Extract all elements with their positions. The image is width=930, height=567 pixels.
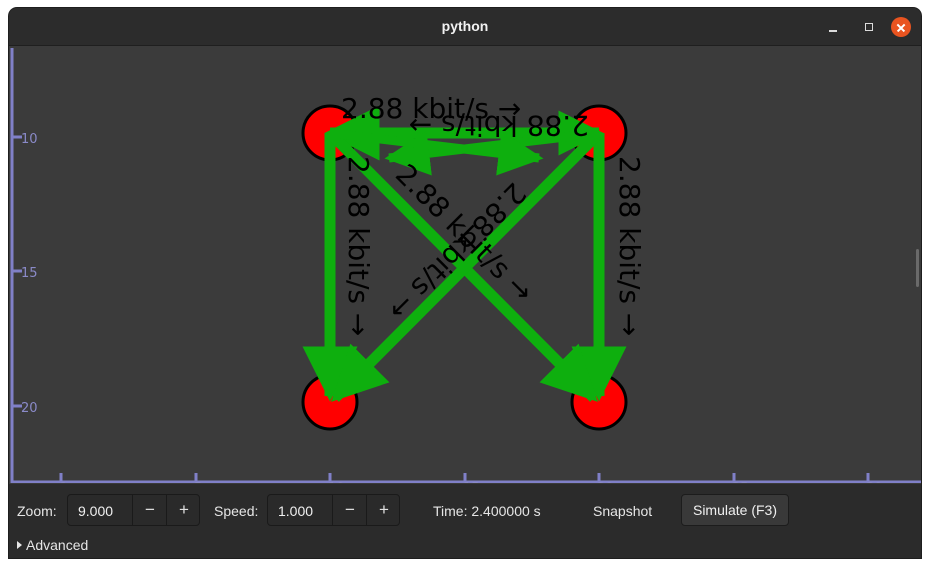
control-toolbar: Zoom: 9.000 − + Speed: 1.000 − + Time: 2… — [9, 484, 921, 558]
canvas-scroll-handle[interactable] — [916, 249, 919, 287]
zoom-spinbox[interactable]: 9.000 − + — [67, 494, 200, 526]
link-label-diagonal-up: 2.88 kbit/s → — [382, 176, 533, 327]
zoom-increase-button[interactable]: + — [166, 495, 201, 525]
link-label-left: 2.88 kbit/s → — [342, 156, 375, 336]
title-bar: python — [9, 8, 921, 46]
x-tick-label: 15 — [463, 481, 480, 483]
simulate-button[interactable]: Simulate (F3) — [681, 494, 789, 526]
zoom-value[interactable]: 9.000 — [78, 503, 113, 519]
x-tick-label: 5 — [194, 481, 202, 483]
advanced-label: Advanced — [26, 537, 89, 553]
y-tick-label: 10 — [21, 132, 38, 147]
x-tick-label: 0 — [59, 481, 67, 483]
x-tick-label: 30 — [866, 481, 883, 483]
advanced-expander[interactable]: Advanced — [17, 537, 88, 553]
speed-label: Speed: — [214, 503, 259, 519]
speed-increase-button[interactable]: + — [366, 495, 401, 525]
minimize-icon[interactable] — [823, 17, 843, 37]
speed-decrease-button[interactable]: − — [332, 495, 367, 525]
close-icon[interactable] — [891, 17, 911, 37]
maximize-icon[interactable] — [859, 17, 879, 37]
topology-drawing: 10 15 20 0 5 10 15 20 25 30 — [10, 48, 921, 496]
x-tick-label: 20 — [597, 481, 614, 483]
link-label-right: 2.88 kbit/s → — [613, 156, 646, 336]
x-tick-label: 25 — [732, 481, 749, 483]
zoom-decrease-button[interactable]: − — [132, 495, 167, 525]
window-title: python — [441, 18, 489, 34]
expander-triangle-icon — [17, 541, 22, 549]
simulation-canvas[interactable]: 10 15 20 0 5 10 15 20 25 30 — [9, 46, 921, 496]
speed-value[interactable]: 1.000 — [278, 503, 313, 519]
zoom-label: Zoom: — [17, 503, 57, 519]
app-window: python 10 15 20 0 5 — [9, 8, 921, 558]
y-tick-label: 15 — [21, 266, 38, 281]
y-tick-label: 20 — [21, 401, 38, 416]
speed-spinbox[interactable]: 1.000 − + — [267, 494, 400, 526]
link-label-top-reverse: 2.88 kbit/s → — [409, 109, 589, 142]
snapshot-button[interactable]: Snapshot — [593, 503, 652, 519]
x-tick-label: 10 — [328, 481, 345, 483]
time-readout: Time: 2.400000 s — [433, 503, 541, 519]
